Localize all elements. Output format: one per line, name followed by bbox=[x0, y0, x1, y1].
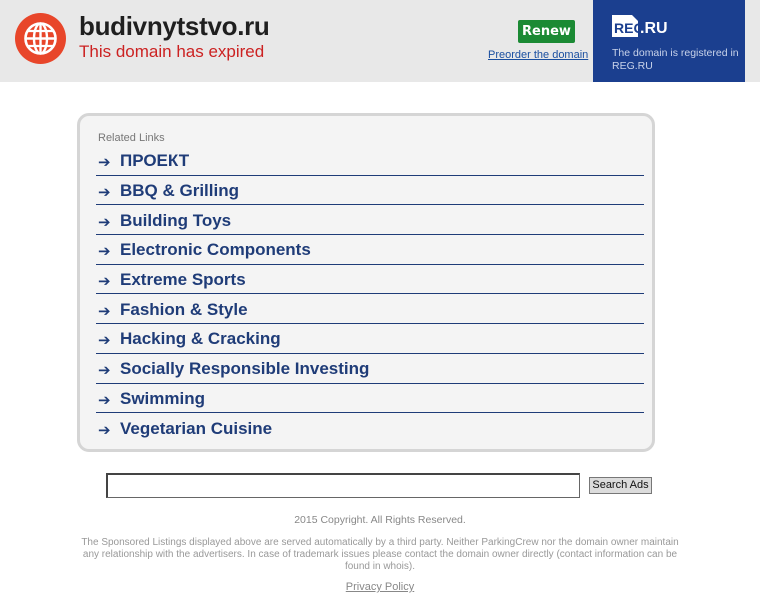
related-link-label[interactable]: Extreme Sports bbox=[120, 270, 246, 290]
expired-domain-header: budivnytstvo.ru This domain has expired … bbox=[0, 0, 760, 82]
domain-name: budivnytstvo.ru bbox=[79, 11, 270, 41]
sponsored-disclaimer: The Sponsored Listings displayed above a… bbox=[81, 537, 679, 572]
related-link-label[interactable]: Electronic Components bbox=[120, 240, 311, 260]
search-ads-button[interactable]: Search Ads bbox=[589, 477, 652, 494]
related-link-label[interactable]: Socially Responsible Investing bbox=[120, 359, 369, 379]
arrow-right-icon: ➔ bbox=[98, 302, 111, 320]
arrow-right-icon: ➔ bbox=[98, 213, 111, 231]
related-link[interactable]: ➔ BBQ & Grilling bbox=[96, 176, 644, 206]
svg-text:.RU: .RU bbox=[640, 20, 668, 37]
related-link-label[interactable]: Fashion & Style bbox=[120, 300, 248, 320]
privacy-policy-link[interactable]: Privacy Policy bbox=[0, 581, 760, 593]
related-link-label[interactable]: Swimming bbox=[120, 389, 205, 409]
related-link-label[interactable]: Building Toys bbox=[120, 211, 231, 231]
related-link[interactable]: ➔ Swimming bbox=[96, 384, 644, 414]
search-input[interactable] bbox=[106, 473, 580, 498]
arrow-right-icon: ➔ bbox=[98, 273, 111, 291]
expired-status: This domain has expired bbox=[79, 42, 265, 61]
regru-logo: REG .RU bbox=[612, 15, 668, 37]
globe-icon bbox=[15, 13, 66, 64]
preorder-link[interactable]: Preorder the domain bbox=[488, 49, 588, 61]
related-link[interactable]: ➔ Electronic Components bbox=[96, 235, 644, 265]
related-links-title: Related Links bbox=[98, 132, 165, 144]
arrow-right-icon: ➔ bbox=[98, 362, 111, 380]
renew-button[interactable]: Renew bbox=[518, 20, 575, 43]
copyright-text: 2015 Copyright. All Rights Reserved. bbox=[294, 514, 466, 526]
related-link[interactable]: ➔ Fashion & Style bbox=[96, 294, 644, 325]
related-link-label[interactable]: BBQ & Grilling bbox=[120, 181, 239, 201]
related-link-label[interactable]: Hacking & Cracking bbox=[120, 329, 281, 349]
arrow-right-icon: ➔ bbox=[98, 421, 111, 439]
related-link[interactable]: ➔ Extreme Sports bbox=[96, 265, 644, 295]
related-links-box: Related Links ➔ ПРОЕКТ ➔ BBQ & Grilling ➔ B… bbox=[77, 113, 655, 452]
registrar-note: The domain is registered in REG.RU bbox=[612, 47, 739, 72]
arrow-right-icon: ➔ bbox=[98, 184, 111, 202]
arrow-right-icon: ➔ bbox=[98, 243, 111, 261]
related-link[interactable]: ➔ Vegetarian Cuisine bbox=[96, 413, 644, 442]
related-link[interactable]: ➔ Hacking & Cracking bbox=[96, 324, 644, 354]
related-link[interactable]: ➔ ПРОЕКТ bbox=[96, 146, 644, 176]
related-link-label[interactable]: ПРОЕКТ bbox=[120, 151, 189, 171]
registrar-banner[interactable]: REG .RU The domain is registered in REG.… bbox=[593, 0, 745, 82]
related-link-label[interactable]: Vegetarian Cuisine bbox=[120, 419, 272, 439]
arrow-right-icon: ➔ bbox=[98, 391, 111, 409]
related-link[interactable]: ➔ Socially Responsible Investing bbox=[96, 354, 644, 384]
arrow-right-icon: ➔ bbox=[98, 332, 111, 350]
related-links-list: ➔ ПРОЕКТ ➔ BBQ & Grilling ➔ Building Toys ➔… bbox=[96, 146, 644, 442]
arrow-right-icon: ➔ bbox=[98, 154, 111, 172]
related-link[interactable]: ➔ Building Toys bbox=[96, 205, 644, 236]
